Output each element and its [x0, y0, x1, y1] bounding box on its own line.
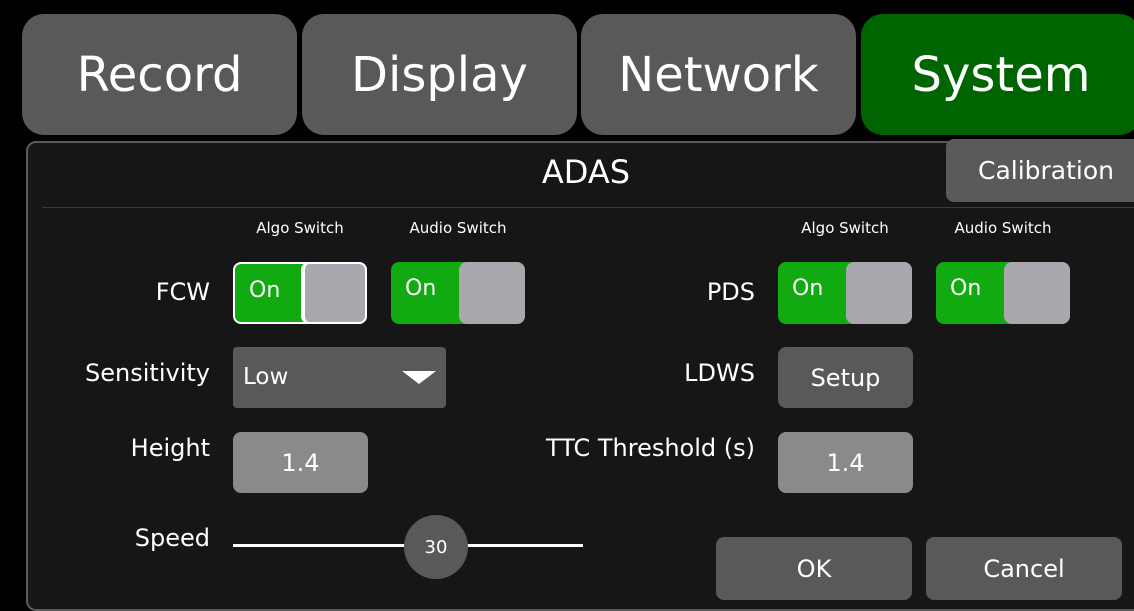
cancel-button[interactable]: Cancel — [926, 537, 1122, 600]
calibration-button[interactable]: Calibration — [946, 139, 1134, 202]
pds-audio-toggle-knob — [1004, 262, 1070, 324]
height-label: Height — [130, 434, 210, 462]
fcw-algo-toggle[interactable]: On — [233, 262, 367, 324]
ldws-setup-button[interactable]: Setup — [778, 347, 913, 408]
tab-display[interactable]: Display — [302, 14, 577, 135]
speed-label: Speed — [134, 524, 210, 552]
fcw-audio-toggle-knob — [459, 262, 525, 324]
left-algo-switch-header: Algo Switch — [256, 219, 344, 237]
pds-algo-toggle[interactable]: On — [778, 262, 912, 324]
tab-record[interactable]: Record — [22, 14, 297, 135]
fcw-audio-toggle[interactable]: On — [391, 262, 525, 324]
title-divider — [42, 207, 1134, 208]
right-algo-switch-header: Algo Switch — [801, 219, 889, 237]
ok-button[interactable]: OK — [716, 537, 912, 600]
pds-algo-toggle-text: On — [792, 276, 824, 301]
ldws-label: LDWS — [684, 359, 755, 387]
right-audio-switch-header: Audio Switch — [954, 219, 1052, 237]
fcw-audio-toggle-text: On — [405, 276, 437, 301]
tab-system[interactable]: System — [861, 14, 1134, 135]
tab-network[interactable]: Network — [581, 14, 856, 135]
pds-label: PDS — [706, 278, 755, 306]
pds-algo-toggle-knob — [846, 262, 912, 324]
chevron-down-icon — [402, 371, 436, 384]
fcw-algo-toggle-knob — [301, 262, 367, 324]
pds-audio-toggle[interactable]: On — [936, 262, 1070, 324]
sensitivity-value: Low — [243, 364, 289, 390]
speed-slider-thumb[interactable]: 30 — [404, 515, 468, 579]
ttc-threshold-label: TTC Threshold (s) — [545, 434, 755, 462]
height-value-field[interactable]: 1.4 — [233, 432, 368, 493]
sensitivity-dropdown[interactable]: Low — [233, 347, 446, 408]
pds-audio-toggle-text: On — [950, 276, 982, 301]
left-audio-switch-header: Audio Switch — [409, 219, 507, 237]
fcw-algo-toggle-text: On — [249, 278, 281, 303]
fcw-label: FCW — [155, 278, 210, 306]
ttc-threshold-value-field[interactable]: 1.4 — [778, 432, 913, 493]
sensitivity-label: Sensitivity — [85, 359, 210, 387]
